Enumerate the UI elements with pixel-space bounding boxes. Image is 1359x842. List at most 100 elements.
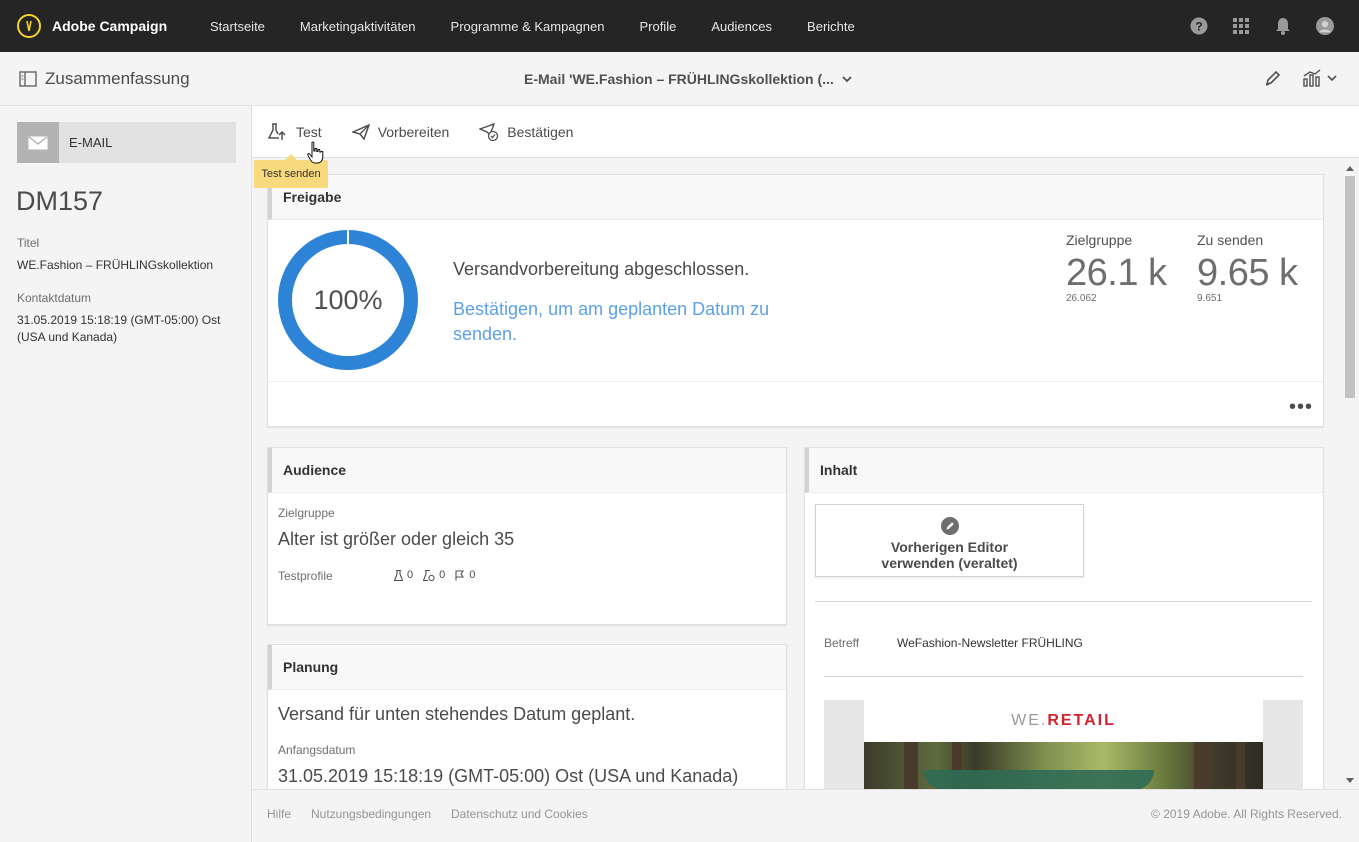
footer-help-link[interactable]: Hilfe <box>267 807 291 821</box>
page-header: Zusammenfassung E-Mail 'WE.Fashion – FRÜ… <box>0 52 1359 106</box>
approval-card: Freigabe 100% Versandvorbereitung abgesc… <box>267 174 1324 427</box>
start-date-value: 31.05.2019 15:18:19 (GMT-05:00) Ost (USA… <box>278 766 739 786</box>
nav-audiences[interactable]: Audiences <box>711 19 772 34</box>
user-avatar-icon[interactable] <box>1316 17 1334 35</box>
reports-dropdown[interactable] <box>1302 69 1337 87</box>
email-preview-canvas: WE.RETAIL <box>864 700 1263 789</box>
scroll-thumb[interactable] <box>1345 176 1355 398</box>
audience-header: Audience <box>268 448 786 493</box>
delivery-id: DM157 <box>16 186 104 216</box>
confirm-send-icon <box>479 122 499 141</box>
delivery-dashboard: Freigabe 100% Versandvorbereitung abgesc… <box>252 159 1342 789</box>
adobe-campaign-logo-icon <box>17 14 41 38</box>
test-profile-counts: 0 0 0 <box>394 569 475 581</box>
hero-image <box>864 742 1263 789</box>
test-profiles-label: Testprofile <box>278 569 333 583</box>
page-footer: Hilfe Nutzungsbedingungen Datenschutz un… <box>252 789 1359 842</box>
nav-utilities: ? <box>1190 0 1334 52</box>
test-sent-count: 0 <box>394 569 413 581</box>
nav-marketingaktivitaeten[interactable]: Marketingaktivitäten <box>300 19 416 34</box>
tosend-label: Zu senden <box>1197 232 1264 248</box>
title-value: WE.Fashion – FRÜHLINGskollektion <box>17 258 214 272</box>
app-name: Adobe Campaign <box>52 18 168 34</box>
notifications-bell-icon[interactable] <box>1274 17 1292 35</box>
flask-send-icon <box>268 122 286 140</box>
contact-date-label: Kontaktdatum <box>17 291 92 305</box>
progress-percent: 100% <box>313 284 383 315</box>
tosend-value: 9.65 k <box>1197 252 1298 294</box>
apps-grid-icon[interactable] <box>1232 17 1250 35</box>
action-toolbar: Test Vorbereiten Bestätigen <box>252 106 1359 158</box>
planning-status: Versand für unten stehendes Datum geplan… <box>278 704 636 724</box>
target-stat: Zielgruppe 26.1 k 26.062 <box>1066 232 1167 304</box>
hand-cursor-icon <box>307 141 324 164</box>
approval-footer: ••• <box>268 381 1323 427</box>
paper-plane-icon <box>351 123 370 140</box>
help-icon[interactable]: ? <box>1190 17 1208 35</box>
header-actions <box>1264 69 1337 87</box>
approval-header: Freigabe <box>268 175 1323 220</box>
subject-value: WeFashion-Newsletter FRÜHLING <box>897 636 1083 650</box>
footer-copyright: © 2019 Adobe. All Rights Reserved. <box>1151 807 1342 821</box>
content-card: Inhalt Vorherigen Editor verwenden (vera… <box>804 447 1324 789</box>
main-nav: Startseite Marketingaktivitäten Programm… <box>210 19 890 34</box>
title-field: Titel WE.Fashion – FRÜHLINGskollektion <box>17 236 242 274</box>
document-title: E-Mail 'WE.Fashion – FRÜHLINGskollektion… <box>524 71 834 87</box>
document-title-dropdown[interactable]: E-Mail 'WE.Fashion – FRÜHLINGskollektion… <box>524 71 852 87</box>
footer-privacy-link[interactable]: Datenschutz und Cookies <box>451 807 588 821</box>
summary-toggle[interactable]: Zusammenfassung <box>19 69 190 89</box>
channel-label: E-MAIL <box>69 135 113 150</box>
nav-startseite[interactable]: Startseite <box>210 19 265 34</box>
sidebar-panel-icon <box>19 71 37 87</box>
nav-programme-kampagnen[interactable]: Programme & Kampagnen <box>451 19 605 34</box>
test-approved-count: 0 <box>423 569 445 581</box>
test-button[interactable]: Test <box>268 122 322 141</box>
target-label: Zielgruppe <box>1066 232 1133 248</box>
prepare-button[interactable]: Vorbereiten <box>351 123 450 140</box>
confirm-send-link[interactable]: Bestätigen, um am geplanten Datum zu sen… <box>453 297 793 347</box>
target-value: 26.1 k <box>1066 252 1167 294</box>
content-divider <box>815 601 1312 602</box>
title-label: Titel <box>17 236 40 250</box>
content-divider <box>824 676 1303 677</box>
brand[interactable]: Adobe Campaign <box>17 14 210 38</box>
summary-panel: E-MAIL DM157 Titel WE.Fashion – FRÜHLING… <box>0 106 252 842</box>
legacy-editor-button[interactable]: Vorherigen Editor verwenden (veraltet) <box>815 504 1084 577</box>
prepare-label: Vorbereiten <box>377 123 450 140</box>
pencil-circle-icon <box>940 517 959 535</box>
test-label: Test <box>296 123 322 140</box>
footer-terms-link[interactable]: Nutzungsbedingungen <box>311 807 431 821</box>
scroll-up-arrow-icon[interactable] <box>1346 166 1354 171</box>
flask-icon <box>394 569 403 581</box>
tosend-stat: Zu senden 9.65 k 9.651 <box>1197 232 1298 304</box>
confirm-button[interactable]: Bestätigen <box>479 122 574 141</box>
scroll-down-arrow-icon[interactable] <box>1346 778 1354 783</box>
edit-pencil-icon[interactable] <box>1264 69 1282 87</box>
chevron-down-icon <box>1327 75 1337 82</box>
audience-target-value[interactable]: Alter ist größer oder gleich 35 <box>278 529 514 550</box>
contact-date-field: Kontaktdatum 31.05.2019 15:18:19 (GMT-05… <box>17 291 242 346</box>
confirm-label: Bestätigen <box>507 123 574 140</box>
flask-check-icon <box>423 569 435 581</box>
legacy-editor-label: Vorherigen Editor verwenden (veraltet) <box>881 539 1018 571</box>
top-navigation: Adobe Campaign Startseite Marketingaktiv… <box>0 0 1359 52</box>
channel-badge: E-MAIL <box>17 122 236 163</box>
main-scrollbar[interactable] <box>1342 159 1359 789</box>
chart-icon <box>1303 69 1321 87</box>
envelope-icon <box>17 122 59 163</box>
audience-card: Audience Zielgruppe Alter ist größer ode… <box>267 447 787 625</box>
planning-header: Planung <box>268 645 786 690</box>
nav-profile[interactable]: Profile <box>639 19 676 34</box>
contact-date-value: 31.05.2019 15:18:19 (GMT-05:00) Ost (USA… <box>17 313 221 344</box>
chevron-down-icon <box>842 76 852 83</box>
more-options-icon[interactable]: ••• <box>1289 396 1313 419</box>
summary-label: Zusammenfassung <box>45 69 190 88</box>
planning-card: Planung Versand für unten stehendes Datu… <box>267 644 787 789</box>
we-retail-logo: WE.RETAIL <box>1011 712 1116 729</box>
email-preview[interactable]: WE.RETAIL <box>824 700 1303 789</box>
start-date-label: Anfangsdatum <box>278 743 356 757</box>
nav-berichte[interactable]: Berichte <box>807 19 855 34</box>
content-header: Inhalt <box>805 448 1323 493</box>
preparation-status: Versandvorbereitung abgeschlossen. <box>453 259 750 279</box>
test-rejected-count: 0 <box>455 569 475 581</box>
